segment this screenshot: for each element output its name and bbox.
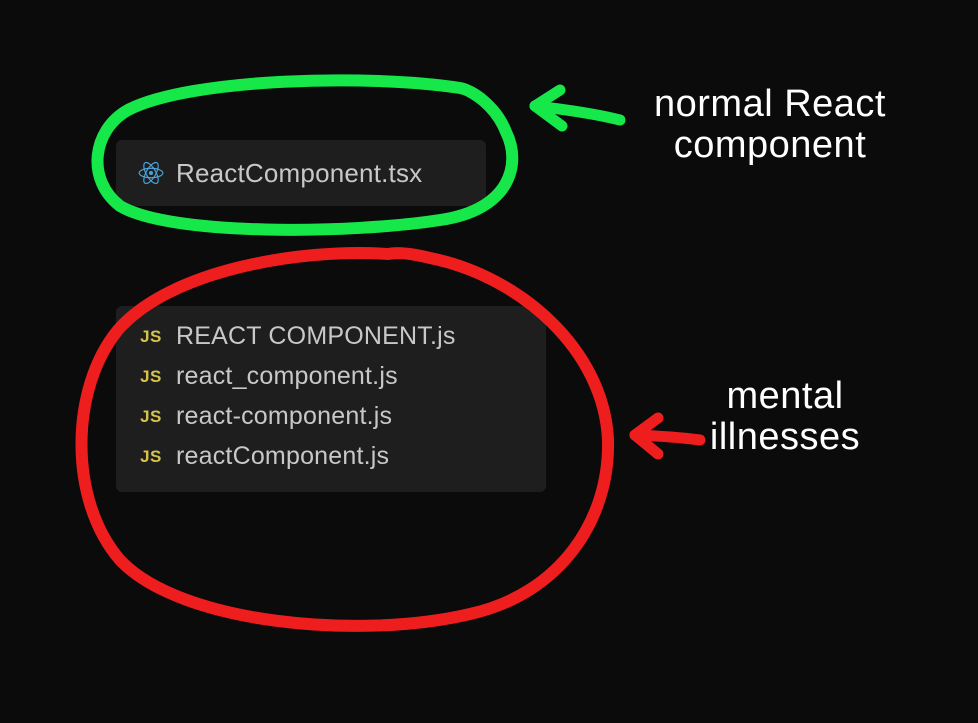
file-row[interactable]: JS reactComponent.js: [116, 436, 546, 476]
react-icon: [138, 160, 164, 186]
file-row[interactable]: JS react_component.js: [116, 356, 546, 396]
annotation-bad-label: mental illnesses: [680, 376, 890, 458]
js-icon: JS: [138, 323, 164, 349]
js-icon: JS: [138, 403, 164, 429]
file-row[interactable]: JS REACT COMPONENT.js: [116, 316, 546, 356]
filename-label: REACT COMPONENT.js: [176, 324, 456, 349]
file-list-bad: JS REACT COMPONENT.js JS react_component…: [116, 306, 546, 492]
annotation-good-label: normal React component: [640, 84, 900, 166]
js-icon: JS: [138, 363, 164, 389]
green-arrow-annotation: [535, 90, 620, 126]
filename-label: reactComponent.js: [176, 444, 389, 469]
filename-label: react-component.js: [176, 404, 392, 429]
file-list-good: ReactComponent.tsx: [116, 140, 486, 206]
filename-label: react_component.js: [176, 364, 398, 389]
file-row[interactable]: JS react-component.js: [116, 396, 546, 436]
file-row[interactable]: ReactComponent.tsx: [116, 154, 486, 192]
filename-label: ReactComponent.tsx: [176, 160, 422, 186]
js-icon: JS: [138, 443, 164, 469]
